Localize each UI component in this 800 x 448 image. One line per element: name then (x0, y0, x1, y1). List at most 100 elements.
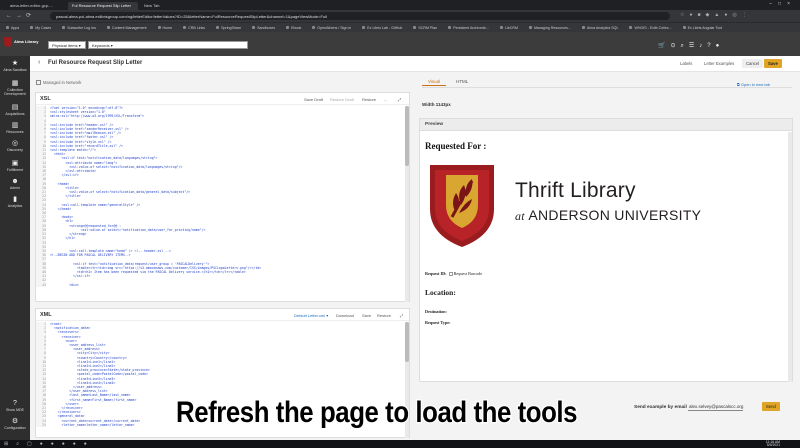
alma-header: Alma Library Physical items ▾ Keywords ▾… (0, 32, 800, 56)
bookmark[interactable]: Content Management (101, 23, 152, 30)
open-in-new-tab-link[interactable]: ⧉ Open in new tab (737, 82, 770, 87)
nav-label: Discovery (7, 148, 23, 152)
search-type-select[interactable]: Physical items ▾ (48, 41, 86, 49)
letter-examples-link[interactable]: Letter Examples (704, 61, 734, 66)
line-number: 25 (36, 422, 46, 428)
library-subtitle: at ANDERSON UNIVERSITY (515, 207, 701, 224)
bookmark[interactable]: Sandboxes (246, 23, 280, 30)
back-arrow-icon[interactable]: ‹ (38, 59, 40, 66)
send-email-input[interactable]: alex.selvey@pascalscc.org (688, 402, 743, 411)
browser-toolbar: ←→⟳ pascal-alma-pol-alma.exlibrisgroup.c… (0, 10, 800, 22)
width-label: Width 1143px (422, 102, 451, 107)
nav-discovery[interactable]: ◎ Discovery (0, 140, 30, 152)
nav-alma-sandbox[interactable]: ★ Alma Sandbox (0, 60, 30, 72)
bookmark[interactable]: Home (152, 23, 178, 30)
book-icon: ▥ (11, 122, 19, 129)
address-bar[interactable]: pascal-alma-pol-alma.exlibrisgroup.com/n… (50, 12, 670, 20)
expand-icon[interactable]: ⤢ (398, 97, 401, 102)
xsl-code-editor[interactable]: 1 <?xml version="1.0" encoding="utf-8"?> 2… (36, 106, 409, 302)
preview-scrollbar[interactable] (788, 132, 792, 382)
nav-analytics[interactable]: ▮ Analytics (0, 196, 30, 208)
nav-show-mde[interactable]: ? Show MDE (0, 400, 30, 412)
requested-for-heading: Requested For : (425, 141, 487, 151)
labels-link[interactable]: Labels (680, 61, 692, 66)
code-text: </title> (50, 194, 81, 199)
help-icon[interactable]: ? (707, 43, 715, 49)
example-file-select[interactable]: Default Letter.xml ▾ (294, 313, 328, 318)
bookmark[interactable]: CRB Links (177, 23, 210, 30)
restore-button[interactable]: Restore (362, 97, 376, 102)
bookmark[interactable]: Ebook (280, 23, 306, 30)
tab-html[interactable]: HTML (450, 78, 474, 85)
send-button[interactable]: Send (762, 402, 780, 411)
cancel-button[interactable]: Cancel (742, 59, 764, 68)
browser-tab-1[interactable]: alma-letter-editor-gcp-... (6, 2, 66, 10)
code-text: </xsl:if> (50, 274, 91, 279)
bookmark[interactable]: Alma Analytics SQL (576, 23, 624, 30)
nav-label: Fulfillment (6, 168, 24, 172)
bookmark[interactable]: Apps (0, 23, 24, 30)
bookmark[interactable]: My Cases (24, 23, 56, 30)
xsl-scrollbar[interactable] (405, 106, 409, 302)
header-icons[interactable]: 🛒⊙⌕☰♪?● (658, 42, 724, 50)
bookmark[interactable]: Subscribe Log Ins (56, 23, 101, 30)
bookmark[interactable]: Ex Libris Lab - GitHub (356, 23, 407, 30)
window-controls[interactable]: –□× (769, 1, 796, 7)
preview-panel: Preview Requested For : Thrift Library a… (419, 118, 793, 382)
xml-title: XML (40, 312, 52, 318)
save-button[interactable]: Save (764, 59, 782, 68)
open-in-new-tab-label: Open in new tab (740, 82, 770, 87)
xml-panel-header: XML Default Letter.xml ▾ Download Save R… (36, 309, 409, 321)
expand-icon[interactable]: ⤢ (400, 313, 403, 318)
more-icon[interactable]: ... (384, 97, 387, 102)
chart-icon: ▮ (13, 196, 17, 203)
xml-restore-button[interactable]: Restore (377, 313, 391, 318)
nav-admin[interactable]: ☻ Admin (0, 178, 30, 190)
content-area: Managed in Network XSL Save Draft Restor… (30, 72, 800, 440)
download-button[interactable]: Download (336, 313, 354, 318)
gear-icon: ⚙ (11, 418, 19, 425)
taskbar-icons[interactable]: ⊞⌕▢●●●●● (4, 441, 95, 447)
grid-icon: ▦ (11, 80, 19, 87)
save-draft-button[interactable]: Save Draft (304, 97, 323, 102)
bookmark[interactable]: Managing Resources... (523, 23, 576, 30)
location-icon[interactable]: ⊙ (670, 43, 680, 49)
request-id-label: Request ID: (425, 271, 447, 276)
clock-date: 5/5/2021 (766, 443, 780, 448)
extension-icons[interactable]: ☆●■◆▲●◎⋮ (680, 12, 752, 18)
bookmark[interactable]: WHOIS - Exlib Collec... (623, 23, 676, 30)
browser-tab-3[interactable]: New Tab (140, 2, 176, 10)
tasks-icon[interactable]: ☰ (689, 43, 699, 49)
nav-configuration[interactable]: ⚙ Configuration (0, 418, 30, 430)
nav-resources[interactable]: ▥ Resources (0, 122, 30, 134)
preview-header: Preview (420, 119, 792, 131)
managed-in-network-checkbox[interactable]: Managed in Network (36, 80, 81, 85)
search-input[interactable]: Keywords ▾ (88, 41, 248, 49)
xml-save-button[interactable]: Save (362, 313, 371, 318)
browser-nav-icons[interactable]: ←→⟳ (6, 12, 35, 19)
bookmark[interactable]: OpenAthens / Sign in (306, 23, 356, 30)
code-line[interactable]: 43 <div> (36, 282, 409, 287)
alma-logo[interactable]: Alma Library (4, 37, 38, 47)
bookmark[interactable]: Ex Libris Angular Tool (677, 23, 728, 30)
nav-acquisitions[interactable]: ▤ Acquisitions (0, 104, 30, 116)
xsl-panel: XSL Save Draft Restore Draft Restore ...… (35, 92, 410, 302)
bookmark[interactable]: SCRM Plan (407, 23, 442, 30)
example-file-value: Default Letter.xml (294, 313, 326, 318)
bookmark[interactable]: Persistent Archivede... (442, 23, 494, 30)
user-icon[interactable]: ● (716, 43, 725, 49)
os-taskbar: ⊞⌕▢●●●●● 11:16 AM 5/5/2021 (0, 440, 800, 448)
cart-icon[interactable]: 🛒 (658, 43, 670, 49)
library-name: Thrift Library (515, 179, 636, 202)
nav-label: Collection Development (4, 88, 26, 96)
bookmark[interactable]: SpringShare (210, 23, 246, 30)
browser-tab-2[interactable]: Ful Resource Request Slip Letter (68, 2, 138, 10)
page-title: Ful Resource Request Slip Letter (48, 60, 143, 66)
nav-label: Resources (6, 130, 24, 134)
tab-visual[interactable]: Visual (422, 78, 447, 86)
bookmark[interactable]: LibCRM (494, 23, 523, 30)
restore-draft-button[interactable]: Restore Draft (330, 97, 354, 102)
search-icon[interactable]: ⌕ (681, 43, 689, 49)
nav-collection-development[interactable]: ▦ Collection Development (0, 80, 30, 96)
nav-fulfillment[interactable]: ▣ Fulfillment (0, 160, 30, 172)
